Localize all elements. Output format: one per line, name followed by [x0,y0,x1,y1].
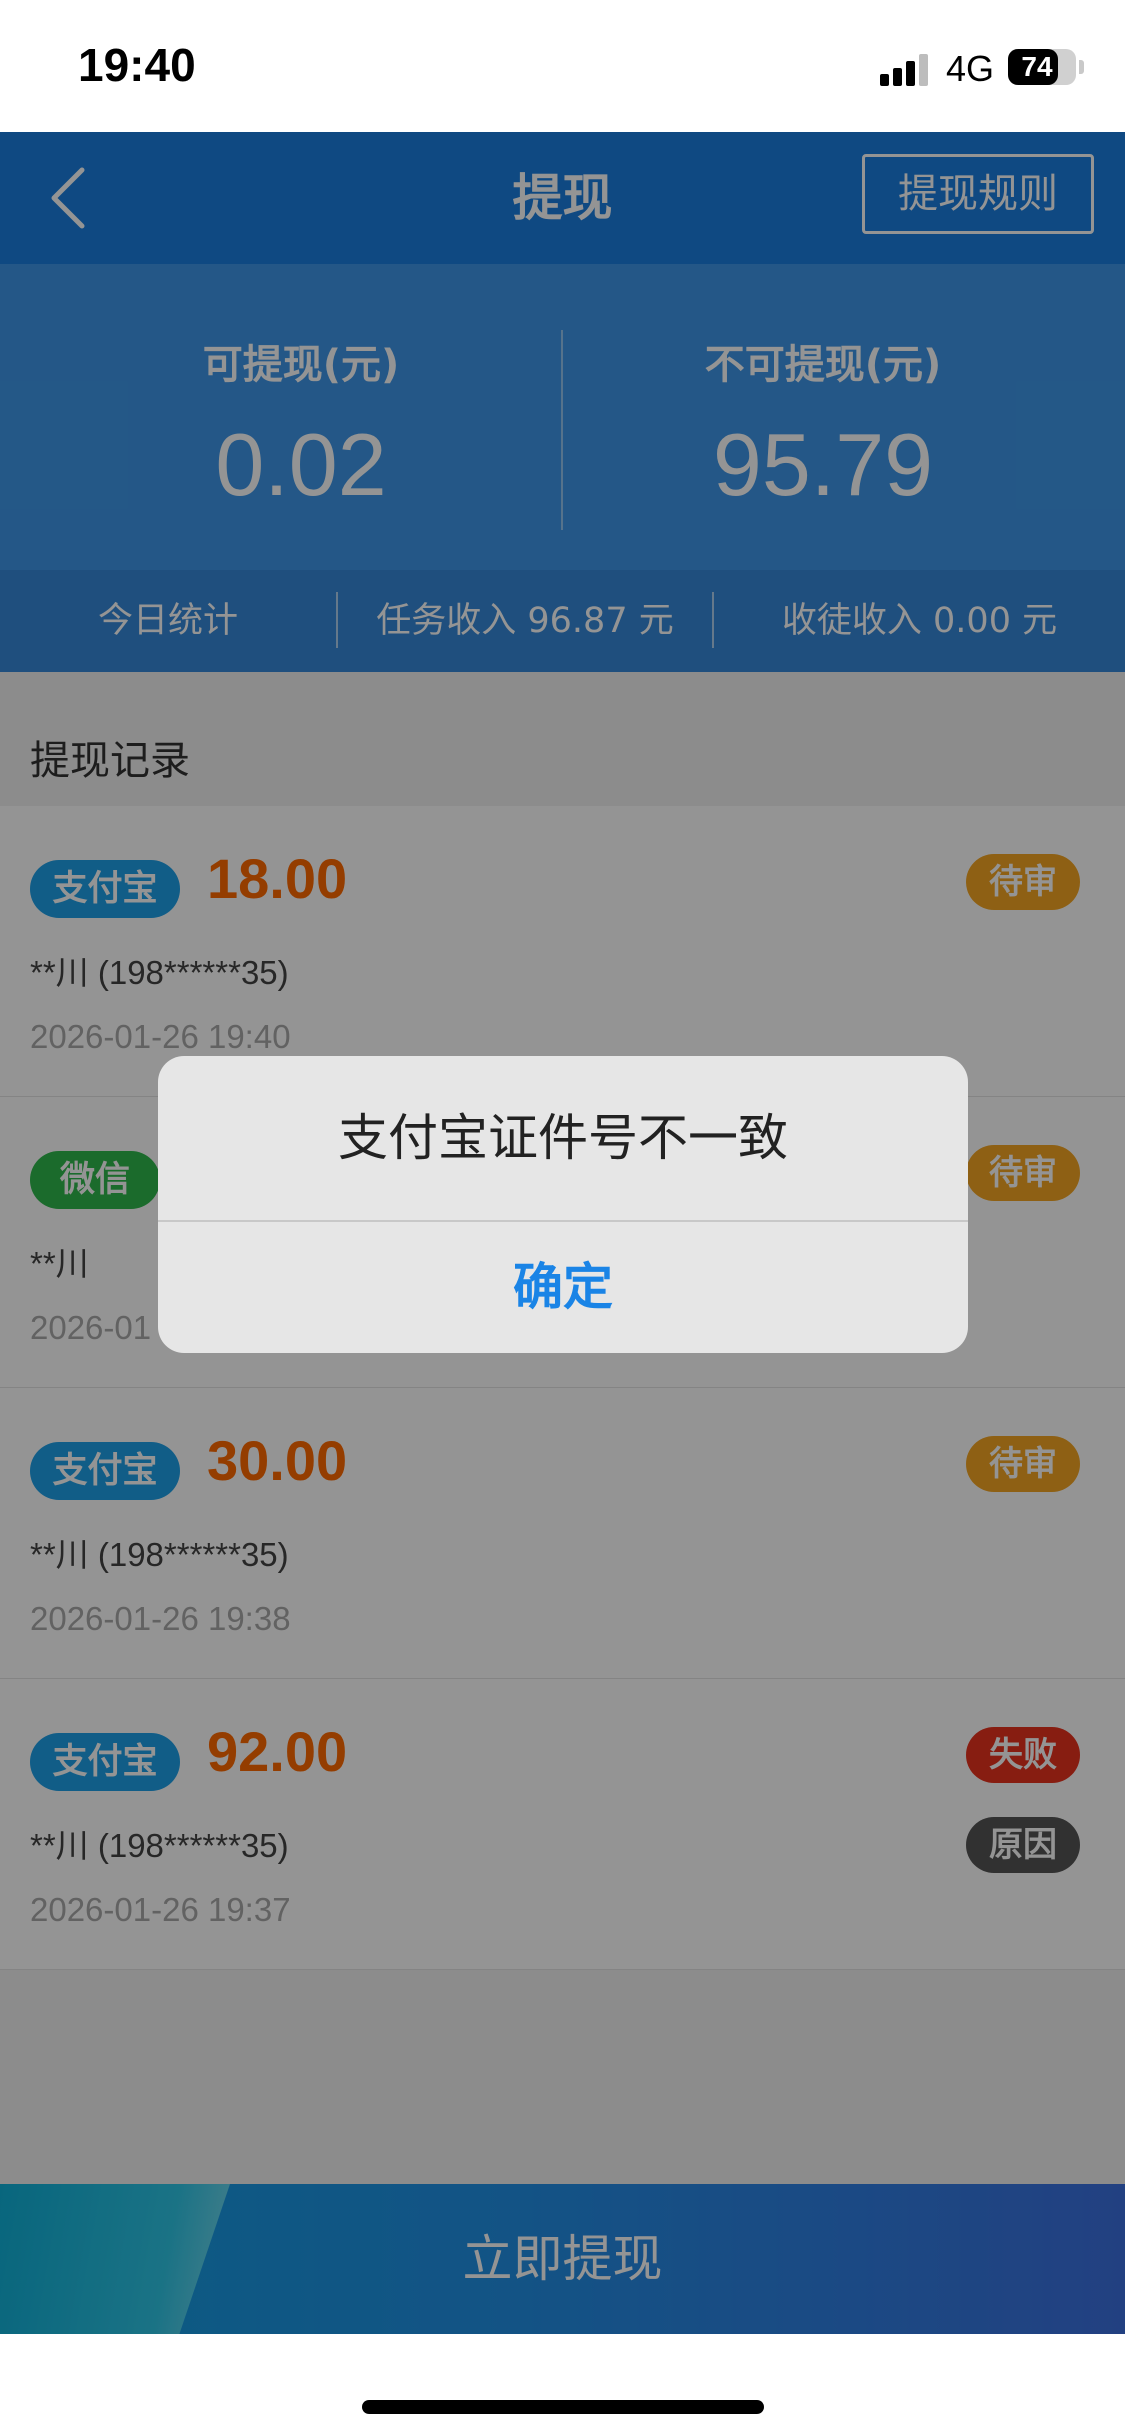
network-type: 4G [946,48,995,89]
alert-confirm-button[interactable]: 确定 [158,1222,968,1353]
battery-icon: 74 [1008,49,1076,85]
signal-icon [880,52,932,86]
battery-percent: 74 [1021,51,1053,82]
battery-cap [1079,60,1084,74]
status-bar: 19:40 4G 74 [0,0,1125,132]
home-indicator[interactable] [362,2400,764,2414]
alert-message: 支付宝证件号不一致 [338,1109,788,1167]
alert-dialog: 支付宝证件号不一致 确定 [158,1056,968,1353]
home-area [0,2334,1125,2436]
status-time: 19:40 [78,39,196,91]
